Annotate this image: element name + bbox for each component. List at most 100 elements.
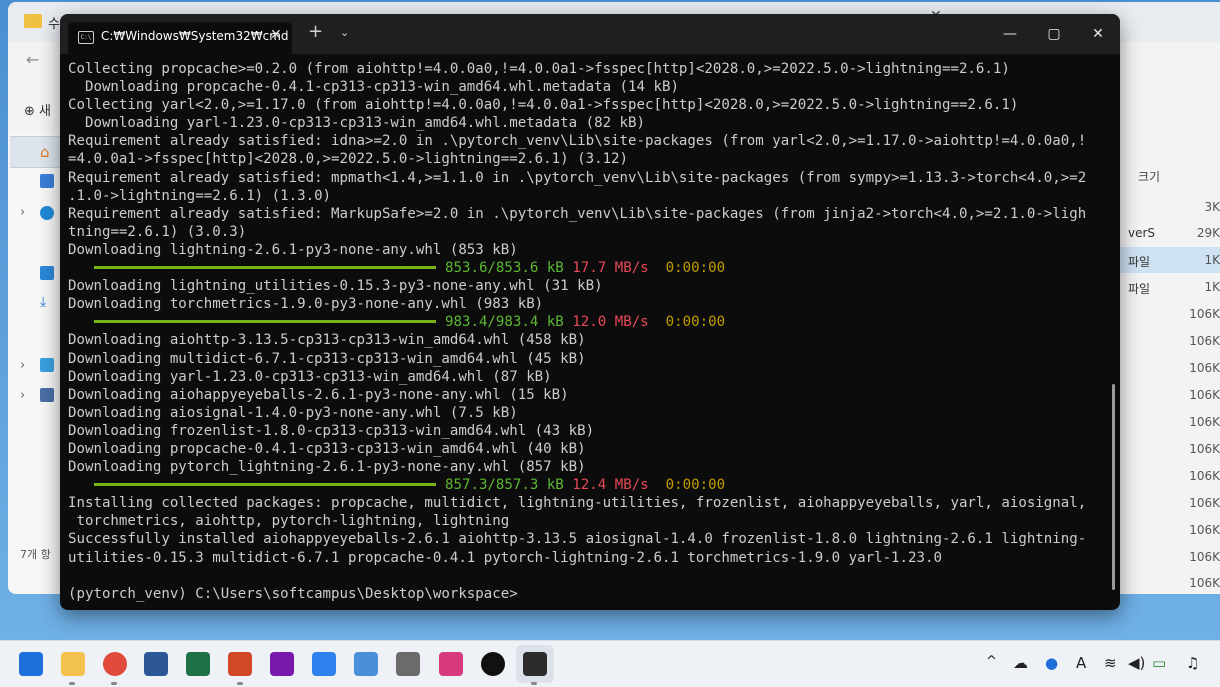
cmd-icon: C:\ — [78, 31, 94, 44]
powerpoint-icon[interactable] — [228, 652, 252, 676]
back-arrow-icon[interactable]: ← — [26, 50, 39, 69]
chevron-right-icon[interactable]: › — [20, 358, 25, 373]
console-line: Downloading lightning_utilities-0.15.3-p… — [68, 278, 603, 295]
file-row[interactable]: 106K — [1120, 436, 1220, 462]
cloud-icon[interactable]: ☁ — [1013, 654, 1028, 672]
file-row[interactable]: 106K — [1120, 328, 1220, 354]
new-tab-button[interactable]: + — [308, 23, 323, 41]
console-line: Downloading lightning-2.6.1-py3-none-any… — [68, 241, 518, 258]
progress-bar — [94, 319, 436, 323]
tab-close-icon[interactable]: ✕ — [270, 27, 282, 43]
console-line: Downloading propcache-0.4.1-cp313-cp313-… — [68, 79, 679, 96]
explorer-nav-pane — [8, 132, 68, 594]
running-indicator — [69, 682, 75, 685]
progress-size: 857.3/857.3 kB — [445, 477, 564, 494]
file-row[interactable]: 106K — [1120, 544, 1220, 570]
terminal-icon[interactable] — [523, 652, 547, 676]
file-row[interactable]: 106K — [1120, 463, 1220, 489]
file-row[interactable]: 106K — [1120, 301, 1220, 327]
console-line: tning==2.6.1) (3.0.3) — [68, 223, 247, 240]
battery-icon[interactable]: ▭ — [1152, 654, 1166, 672]
wifi-icon[interactable]: ≋ — [1104, 654, 1117, 672]
console-line: =4.0.0a1->fsspec[http]<2028.0,>=2022.5.0… — [68, 151, 629, 168]
notepad-icon[interactable] — [354, 652, 378, 676]
file-name: 파일 — [1128, 255, 1151, 269]
console-line: (pytorch_venv) C:\Users\softcampus\Deskt… — [68, 585, 518, 602]
file-row[interactable]: 106K — [1120, 490, 1220, 516]
progress-size: 983.4/983.4 kB — [445, 314, 564, 331]
snipping-tool-icon[interactable] — [439, 652, 463, 676]
network-icon[interactable] — [40, 388, 54, 402]
file-row[interactable]: 3K — [1120, 194, 1220, 220]
progress-line: 983.4/983.4 kB 12.0 MB/s 0:00:00 — [68, 313, 1108, 331]
file-size: 106K — [1189, 361, 1220, 375]
tray-overflow-chevron[interactable]: ^ — [986, 654, 997, 669]
size-column-header[interactable]: 크기 — [1138, 168, 1160, 185]
file-row[interactable]: 파일 1K — [1120, 247, 1220, 273]
scrollbar-thumb[interactable] — [1112, 384, 1115, 590]
chrome-icon[interactable] — [103, 652, 127, 676]
file-row[interactable]: 106K — [1120, 570, 1220, 594]
close-button[interactable]: ✕ — [1076, 20, 1120, 48]
console-line: .1.0->lightning==2.6.1) (1.3.0) — [68, 187, 332, 204]
file-name: verS — [1128, 226, 1156, 240]
home-icon: ⌂ — [40, 143, 50, 161]
minimize-button[interactable]: — — [988, 20, 1032, 48]
console-line: Downloading multidict-6.7.1-cp313-cp313-… — [68, 350, 586, 367]
excel-icon[interactable] — [186, 652, 210, 676]
this-pc-icon[interactable] — [40, 358, 54, 372]
maximize-button[interactable]: ▢ — [1032, 20, 1076, 48]
file-name: 파일 — [1128, 282, 1151, 296]
console-line: Successfully installed aiohappyeyeballs-… — [68, 531, 1087, 548]
file-size: 106K — [1189, 469, 1220, 483]
new-button[interactable]: ⊕ 새 — [24, 100, 51, 119]
console-line: Downloading aiohttp-3.13.5-cp313-cp313-w… — [68, 332, 586, 349]
file-row[interactable]: 106K — [1120, 517, 1220, 543]
file-row[interactable]: 106K — [1120, 409, 1220, 435]
word-icon[interactable] — [144, 652, 168, 676]
console-line: Downloading aiohappyeyeballs-2.6.1-py3-n… — [68, 386, 569, 403]
file-size: 106K — [1189, 442, 1220, 456]
file-row[interactable]: 106K — [1120, 382, 1220, 408]
file-size: 29K — [1196, 226, 1220, 240]
keyboard-layout-icon[interactable]: A — [1076, 654, 1086, 672]
console-line: Downloading yarl-1.23.0-cp313-cp313-win_… — [68, 368, 552, 385]
notification-bell-icon[interactable]: ♫ — [1186, 654, 1199, 672]
onedrive-icon[interactable] — [40, 206, 54, 220]
file-size: 106K — [1189, 334, 1220, 348]
file-size: 106K — [1189, 496, 1220, 510]
console-output[interactable]: Collecting propcache>=0.2.0 (from aiohtt… — [68, 60, 1108, 602]
file-row[interactable]: 106K — [1120, 355, 1220, 381]
console-line: Requirement already satisfied: MarkupSaf… — [68, 205, 1087, 222]
microphone-icon[interactable]: ● — [1045, 654, 1058, 672]
progress-speed: 12.0 MB/s — [572, 314, 649, 331]
chevron-right-icon[interactable]: › — [20, 205, 25, 220]
terminal-title-bar[interactable]: C:\ C:₩Windows₩System32₩cmd ✕ + ⌄ — ▢ ✕ — [60, 14, 1120, 54]
file-size: 1K — [1204, 280, 1220, 294]
running-indicator — [531, 682, 537, 685]
console-line: torchmetrics, aiohttp, pytorch-lightning… — [68, 513, 510, 530]
file-size: 1K — [1204, 253, 1220, 267]
onenote-icon[interactable] — [270, 652, 294, 676]
gallery-icon[interactable] — [40, 174, 54, 188]
progress-eta: 0:00:00 — [665, 477, 726, 494]
terminal-window[interactable]: C:\ C:₩Windows₩System32₩cmd ✕ + ⌄ — ▢ ✕ … — [60, 14, 1120, 610]
downloads-icon[interactable]: ⤓ — [40, 294, 46, 310]
file-row[interactable]: 파일 1K — [1120, 274, 1220, 300]
file-row[interactable]: verS 29K — [1120, 220, 1220, 246]
explorer-tab-label[interactable]: 수 — [48, 13, 60, 32]
github-icon[interactable] — [481, 652, 505, 676]
volume-icon[interactable]: ◀) — [1128, 654, 1145, 672]
start-icon[interactable] — [19, 652, 43, 676]
terminal-tab[interactable]: C:\ C:₩Windows₩System32₩cmd ✕ — [68, 22, 292, 54]
new-button-label: 새 — [39, 104, 51, 119]
file-explorer-icon[interactable] — [61, 652, 85, 676]
progress-bar — [94, 265, 436, 269]
chevron-right-icon[interactable]: › — [20, 388, 25, 403]
tab-dropdown-button[interactable]: ⌄ — [340, 26, 349, 39]
running-indicator — [111, 682, 117, 685]
item-count: 7개 항 — [20, 548, 51, 561]
vscode-icon[interactable] — [312, 652, 336, 676]
desktop-icon[interactable] — [40, 266, 54, 280]
calculator-icon[interactable] — [396, 652, 420, 676]
